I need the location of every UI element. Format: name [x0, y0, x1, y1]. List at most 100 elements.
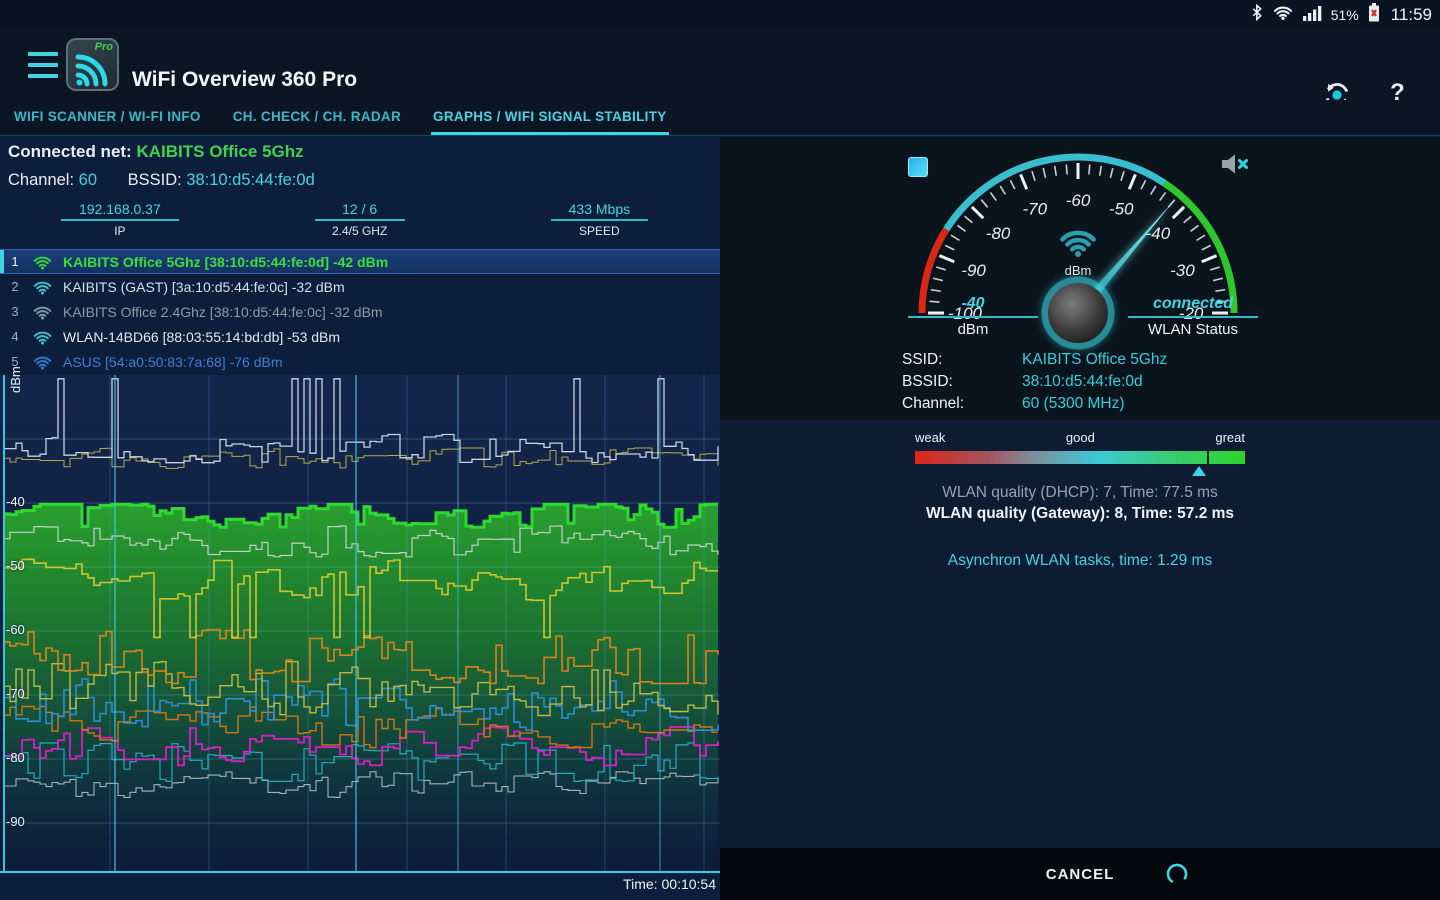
detail-label: BSSID:	[902, 371, 1022, 393]
detail-row: BSSID:38:10:d5:44:fe:0d	[902, 371, 1167, 393]
x-axis-line	[0, 871, 720, 873]
network-row-3[interactable]: 3 KAIBITS Office 2.4Ghz [38:10:d5:44:fe:0…	[0, 299, 720, 324]
network-rank: 1	[6, 254, 24, 269]
network-rank: 3	[6, 304, 24, 319]
dbm-readout-unit: dBm	[908, 316, 1038, 338]
detail-row: Channel:60 (5300 MHz)	[902, 393, 1167, 415]
gauge-tick-label: -90	[961, 261, 986, 280]
connected-net-label: Connected net:	[8, 142, 132, 161]
quality-scale-weak: weak	[915, 430, 945, 445]
wifi-icon	[32, 354, 54, 370]
quality-line-1: WLAN quality (DHCP): 7, Time: 77.5 ms	[720, 482, 1440, 503]
wifi-icon	[32, 329, 54, 345]
stat-label: IP	[114, 224, 125, 238]
tab-1[interactable]: WIFI SCANNER / WI-FI INFO	[12, 100, 203, 135]
pro-badge: Pro	[95, 41, 113, 53]
quality-gradient-bar	[915, 451, 1245, 464]
network-row-5[interactable]: 5ASUS [54:a0:50:83:7a:68] -76 dBm	[0, 349, 720, 374]
detail-label: SSID:	[902, 349, 1022, 371]
wlan-status-label: WLAN Status	[1128, 316, 1258, 338]
connected-net-line: Connected net: KAIBITS Office 5Ghz	[8, 142, 304, 162]
network-list: 1 KAIBITS Office 5Ghz [38:10:d5:44:fe:0d]…	[0, 249, 720, 374]
tab-bar: WIFI SCANNER / WI-FI INFO CH. CHECK / CH.…	[0, 100, 1440, 136]
signal-strength-icon	[1303, 5, 1322, 26]
gauge-tick-label: -40	[1146, 224, 1171, 243]
stat-2-4-5-ghz: 12 / 6 2.4/5 GHZ	[240, 201, 480, 245]
battery-percent: 51%	[1331, 7, 1359, 23]
wlan-status-readout: connected WLAN Status	[1128, 295, 1258, 338]
y-axis-title: dBm	[8, 366, 23, 393]
stat-value: 433 Mbps	[551, 201, 648, 221]
network-row-4[interactable]: 4 WLAN-14BD66 [88:03:55:14:bd:db] -53 dBm	[0, 324, 720, 349]
status-bar: 51% 11:59	[0, 0, 1440, 30]
detail-value: 38:10:d5:44:fe:0d	[1022, 373, 1143, 390]
quality-scale-labels: weak good great	[915, 430, 1245, 445]
app-screen: 51% 11:59 Pro WiFi Overview 360 Pro ? WI…	[0, 0, 1440, 900]
tab-2[interactable]: CH. CHECK / CH. RADAR	[231, 100, 403, 135]
app-logo: Pro	[66, 38, 119, 91]
wifi-icon	[32, 279, 54, 295]
y-tick-label: -90	[6, 814, 25, 829]
quality-line-3: Asynchron WLAN tasks, time: 1.29 ms	[720, 550, 1440, 571]
elapsed-time-label: Time: 00:10:54	[0, 876, 716, 892]
channel-value: 60	[79, 171, 97, 189]
gauge-tick-label: -60	[1066, 191, 1091, 210]
stat-value: 12 / 6	[315, 201, 405, 221]
signal-graph: dBm -40-50-60-70-80-90	[0, 375, 720, 873]
bssid-label: BSSID:	[128, 171, 182, 189]
network-rank: 4	[6, 329, 24, 344]
wifi-icon	[32, 254, 54, 270]
channel-label: Channel:	[8, 171, 74, 189]
detail-value: KAIBITS Office 5Ghz	[1022, 351, 1167, 368]
dbm-readout-value: -40	[908, 295, 1038, 313]
wlan-status-value: connected	[1128, 295, 1258, 313]
gauge-tick-label: -70	[1023, 200, 1048, 219]
network-row-1[interactable]: 1 KAIBITS Office 5Ghz [38:10:d5:44:fe:0d]…	[0, 249, 720, 274]
y-tick-label: -40	[6, 494, 25, 509]
network-row-2[interactable]: 2 KAIBITS (GAST) [3a:10:d5:44:fe:0c] -32 …	[0, 274, 720, 299]
y-axis-line	[3, 375, 5, 871]
gauge-panel: -100-90-80-70-60-50-40-30-20 dBm -40 dBm…	[720, 137, 1440, 420]
network-label: KAIBITS Office 5Ghz [38:10:d5:44:fe:0d] …	[63, 254, 388, 270]
connection-details: SSID:KAIBITS Office 5GhzBSSID:38:10:d5:4…	[902, 349, 1167, 415]
network-rank: 2	[6, 279, 24, 294]
wifi-status-icon	[1272, 4, 1294, 26]
stat-ip: 192.168.0.37 IP	[0, 201, 240, 245]
wifi-icon	[32, 304, 54, 320]
quality-text-lines: WLAN quality (DHCP): 7, Time: 77.5 msWLA…	[720, 482, 1440, 571]
quality-marker	[1192, 466, 1206, 476]
network-label: KAIBITS (GAST) [3a:10:d5:44:fe:0c] -32 d…	[63, 279, 345, 295]
gauge-tick-label: -30	[1170, 261, 1195, 280]
gauge-tick-label: -80	[986, 224, 1011, 243]
detail-row: SSID:KAIBITS Office 5Ghz	[902, 349, 1167, 371]
detail-value: 60 (5300 MHz)	[1022, 395, 1125, 412]
stats-row: 192.168.0.37 IP 12 / 6 2.4/5 GHZ 433 Mbps SPE…	[0, 201, 720, 245]
y-tick-label: -80	[6, 750, 25, 765]
dbm-readout: -40 dBm	[908, 295, 1038, 338]
gauge-unit-label: dBm	[1065, 263, 1092, 278]
bssid-value: 38:10:d5:44:fe:0d	[186, 171, 314, 189]
quality-scale-good: good	[1066, 430, 1095, 445]
app-bar: Pro WiFi Overview 360 Pro ?	[0, 30, 1440, 100]
quality-divider	[1207, 451, 1209, 464]
network-label: KAIBITS Office 2.4Ghz [38:10:d5:44:fe:0c…	[63, 304, 383, 320]
stat-speed: 433 Mbps SPEED	[480, 201, 720, 245]
bottom-action-bar: CANCEL	[720, 848, 1440, 900]
quality-scale-great: great	[1215, 430, 1245, 445]
quality-panel: weak good great WLAN quality (DHCP): 7, Ti…	[720, 420, 1440, 848]
bluetooth-icon	[1251, 3, 1263, 27]
y-tick-label: -50	[6, 558, 25, 573]
network-label: ASUS [54:a0:50:83:7a:68] -76 dBm	[63, 354, 282, 370]
stat-label: SPEED	[579, 224, 620, 238]
stat-value: 192.168.0.37	[61, 201, 179, 221]
cancel-button[interactable]: CANCEL	[1020, 848, 1140, 900]
stat-label: 2.4/5 GHZ	[332, 224, 387, 238]
tab-3[interactable]: GRAPHS / WIFI SIGNAL STABILITY	[431, 100, 669, 135]
gauge-tick-label: -50	[1109, 200, 1134, 219]
menu-icon[interactable]	[28, 52, 58, 78]
network-label: WLAN-14BD66 [88:03:55:14:bd:db] -53 dBm	[63, 329, 340, 345]
y-tick-label: -60	[6, 622, 25, 637]
detail-label: Channel:	[902, 393, 1022, 415]
quality-line-2: WLAN quality (Gateway): 8, Time: 57.2 ms	[720, 503, 1440, 524]
y-tick-label: -70	[6, 686, 25, 701]
